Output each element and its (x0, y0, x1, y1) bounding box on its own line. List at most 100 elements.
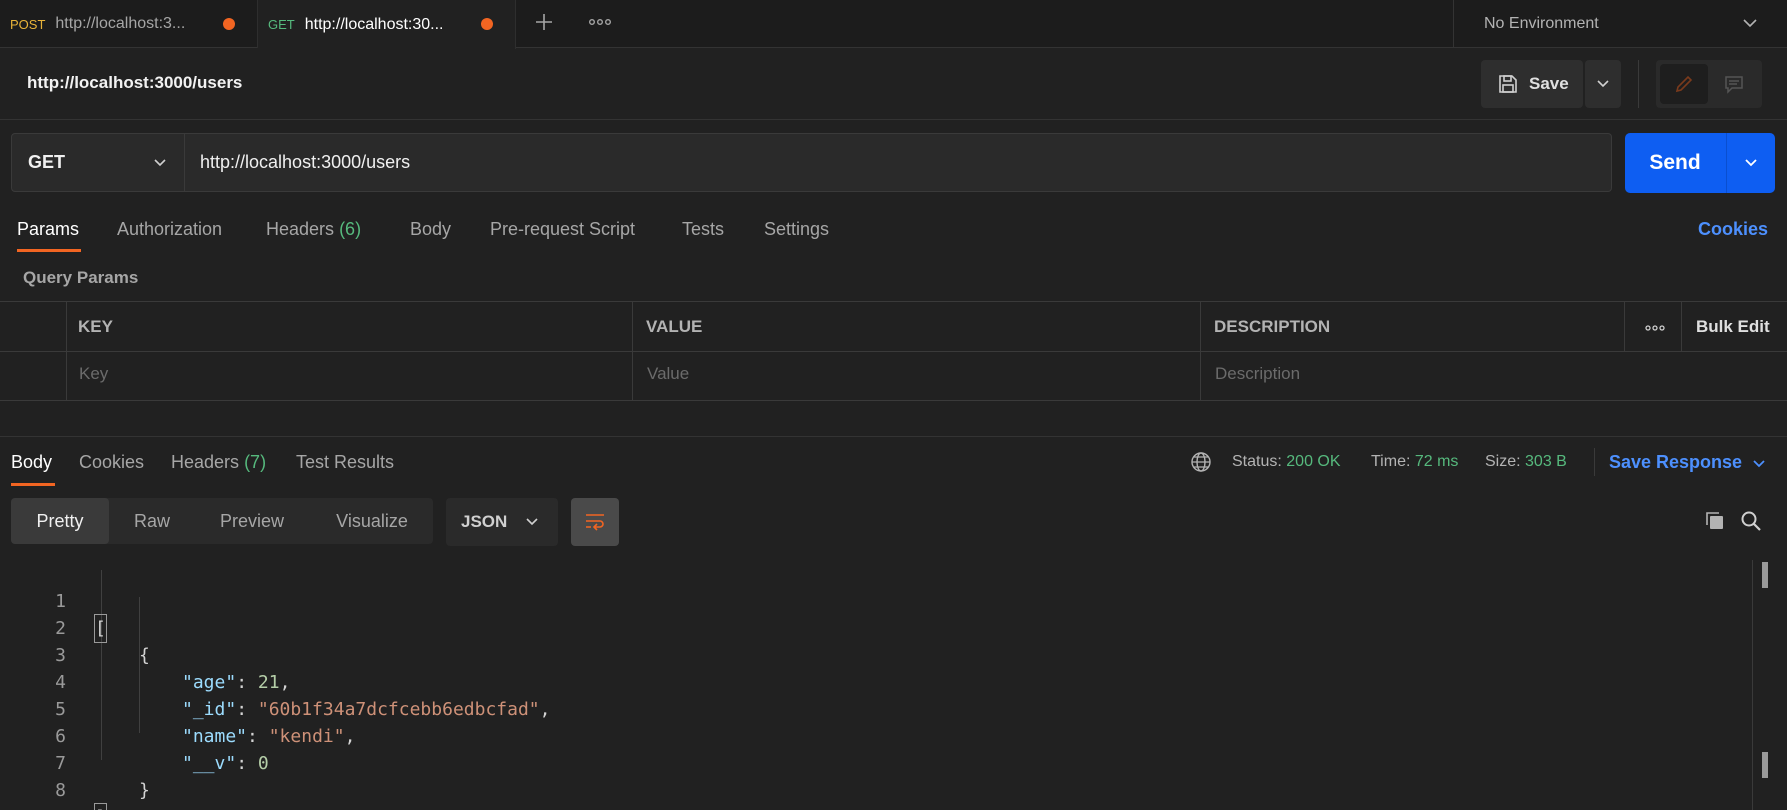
code-line: 3 "age": 21, (0, 615, 290, 693)
line-number: 8 (55, 780, 66, 801)
response-body-viewer[interactable]: 1 [ 2 { 3 "age": 21, 4 "_id": "60b1f34a7… (0, 560, 1760, 810)
divider (632, 301, 633, 401)
column-header-key: KEY (78, 317, 113, 336)
value-input[interactable]: Value (647, 364, 689, 384)
tab-settings[interactable]: Settings (764, 219, 829, 240)
tab-method: GET (268, 17, 295, 32)
search-button[interactable] (1736, 506, 1766, 536)
json-key: "__v" (182, 753, 237, 774)
divider (1681, 301, 1682, 351)
code-text: "name": "kendi", (182, 726, 356, 747)
code-line: 5 "name": "kendi", (0, 669, 355, 747)
tab-tests[interactable]: Tests (682, 219, 724, 240)
comment-icon (1725, 76, 1743, 94)
time-value: 72 ms (1414, 453, 1459, 470)
chevron-down-icon (526, 518, 538, 526)
json-trail: , (279, 672, 291, 693)
new-tab-button[interactable] (528, 6, 560, 38)
edit-button[interactable] (1660, 64, 1708, 104)
json-key: "age" (182, 672, 237, 693)
url-input[interactable]: http://localhost:3000/users (185, 133, 1612, 192)
bulk-edit-button[interactable]: Bulk Edit (1696, 317, 1770, 337)
chevron-down-icon (1597, 80, 1609, 88)
time-indicator[interactable]: Time: 72 ms (1371, 453, 1458, 471)
save-label: Save (1529, 74, 1569, 93)
tab-params[interactable]: Params (17, 219, 79, 240)
response-tab-test-results[interactable]: Test Results (296, 452, 394, 473)
tab-body[interactable]: Body (410, 219, 451, 240)
chevron-down-icon (1745, 159, 1757, 167)
copy-icon (1706, 512, 1723, 529)
format-pretty-button[interactable]: Pretty (11, 498, 109, 544)
status-label: Status: (1232, 453, 1282, 470)
format-visualize-button[interactable]: Visualize (322, 498, 422, 544)
tab-headers[interactable]: Headers (6) (266, 219, 361, 240)
more-tabs-button[interactable] (584, 6, 616, 38)
column-header-description: DESCRIPTION (1214, 317, 1331, 336)
pencil-icon (1675, 75, 1693, 93)
status-indicator[interactable]: Status: 200 OK (1232, 453, 1341, 471)
size-label: Size: (1485, 453, 1521, 470)
environment-select[interactable]: No Environment (1453, 0, 1787, 48)
divider (0, 119, 1787, 120)
divider (0, 436, 1787, 437)
response-tab-body[interactable]: Body (11, 452, 52, 473)
globe-icon[interactable] (1190, 451, 1212, 473)
tab-headers-label: Headers (266, 219, 335, 239)
code-text: } (139, 780, 150, 801)
tab-title: http://localhost:3... (55, 15, 186, 32)
response-tab-cookies[interactable]: Cookies (79, 452, 144, 473)
code-line: 8 ] (0, 750, 107, 810)
key-input[interactable]: Key (79, 364, 108, 384)
send-button[interactable]: Send (1625, 133, 1725, 193)
tab-authorization[interactable]: Authorization (117, 219, 222, 240)
indent-guide (101, 570, 102, 760)
size-value: 303 B (1525, 453, 1567, 470)
divider (0, 351, 1787, 352)
format-raw-button[interactable]: Raw (118, 498, 186, 544)
more-icon (589, 19, 612, 25)
tab-pre-request-script[interactable]: Pre-request Script (490, 219, 635, 240)
column-options-button[interactable] (1640, 316, 1670, 340)
response-headers-label: Headers (171, 452, 240, 472)
environment-label: No Environment (1484, 15, 1599, 32)
scrollbar-marker (1762, 562, 1768, 588)
json-trail: , (344, 726, 356, 747)
vertical-scrollbar-track[interactable] (1752, 560, 1753, 810)
cookies-link[interactable]: Cookies (1698, 219, 1768, 240)
description-input[interactable]: Description (1215, 364, 1300, 384)
tab-method: POST (10, 16, 46, 32)
json-string: "60b1f34a7dcfcebb6edbcfad" (257, 699, 540, 720)
size-indicator[interactable]: Size: 303 B (1485, 453, 1567, 471)
comments-button[interactable] (1710, 64, 1758, 104)
save-icon (1499, 75, 1517, 93)
wrap-lines-button[interactable] (571, 498, 619, 546)
copy-button[interactable] (1700, 506, 1730, 536)
method-select[interactable]: GET (11, 133, 185, 192)
code-line: 1 [ (0, 561, 107, 643)
request-tab-post[interactable]: POST http://localhost:3... (0, 0, 258, 48)
request-tab-get[interactable]: GET http://localhost:30... (258, 0, 516, 49)
send-options-button[interactable] (1727, 133, 1775, 193)
language-select[interactable]: JSON (446, 498, 558, 546)
code-text: { (139, 645, 150, 666)
response-tab-headers[interactable]: Headers (7) (171, 452, 266, 473)
tab-title: http://localhost:30... (304, 15, 444, 33)
json-string: "kendi" (268, 726, 345, 747)
format-preview-button[interactable]: Preview (208, 498, 296, 544)
headers-count: (6) (339, 219, 362, 239)
code-line: 4 "_id": "60b1f34a7dcfcebb6edbcfad", (0, 642, 550, 720)
response-headers-count: (7) (244, 452, 267, 472)
chevron-down-icon (1743, 19, 1757, 28)
language-value: JSON (461, 512, 508, 531)
scrollbar-marker (1762, 752, 1768, 778)
save-button[interactable]: Save (1481, 60, 1583, 108)
more-icon (1645, 325, 1665, 331)
code-line: 6 "__v": 0 (0, 696, 269, 774)
status-value: 200 OK (1286, 453, 1341, 470)
request-title[interactable]: http://localhost:3000/users (27, 73, 242, 93)
divider (1624, 301, 1625, 351)
save-options-button[interactable] (1585, 60, 1621, 108)
save-response-button[interactable]: Save Response (1609, 452, 1742, 473)
chevron-down-icon[interactable] (1750, 455, 1768, 473)
